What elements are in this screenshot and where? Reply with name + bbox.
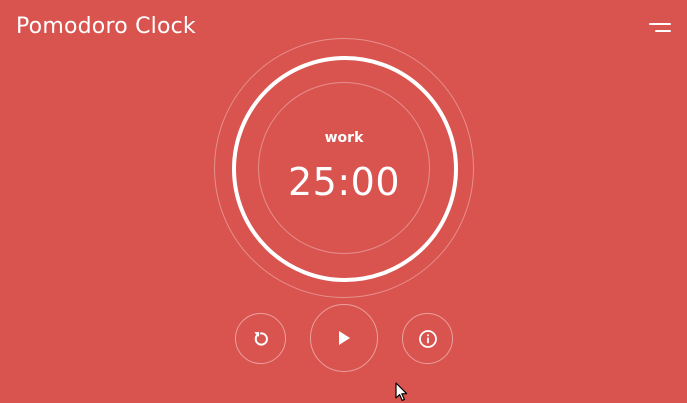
info-button[interactable] bbox=[402, 313, 453, 364]
timer-dial: work 25:00 bbox=[214, 38, 474, 298]
time-display: 25:00 bbox=[287, 160, 400, 204]
reset-button[interactable] bbox=[235, 313, 286, 364]
menu-bar-top bbox=[649, 23, 671, 25]
play-button[interactable] bbox=[310, 304, 378, 372]
reset-icon bbox=[254, 331, 268, 346]
session-label: work bbox=[324, 130, 364, 146]
app-title: Pomodoro Clock bbox=[16, 14, 196, 39]
info-icon bbox=[418, 329, 437, 348]
pomodoro-app: Pomodoro Clock work 25:00 bbox=[0, 0, 687, 403]
menu-bar-bottom bbox=[655, 30, 671, 32]
play-icon bbox=[339, 331, 350, 345]
menu-button[interactable] bbox=[649, 20, 671, 38]
mouse-cursor-icon bbox=[395, 382, 408, 401]
